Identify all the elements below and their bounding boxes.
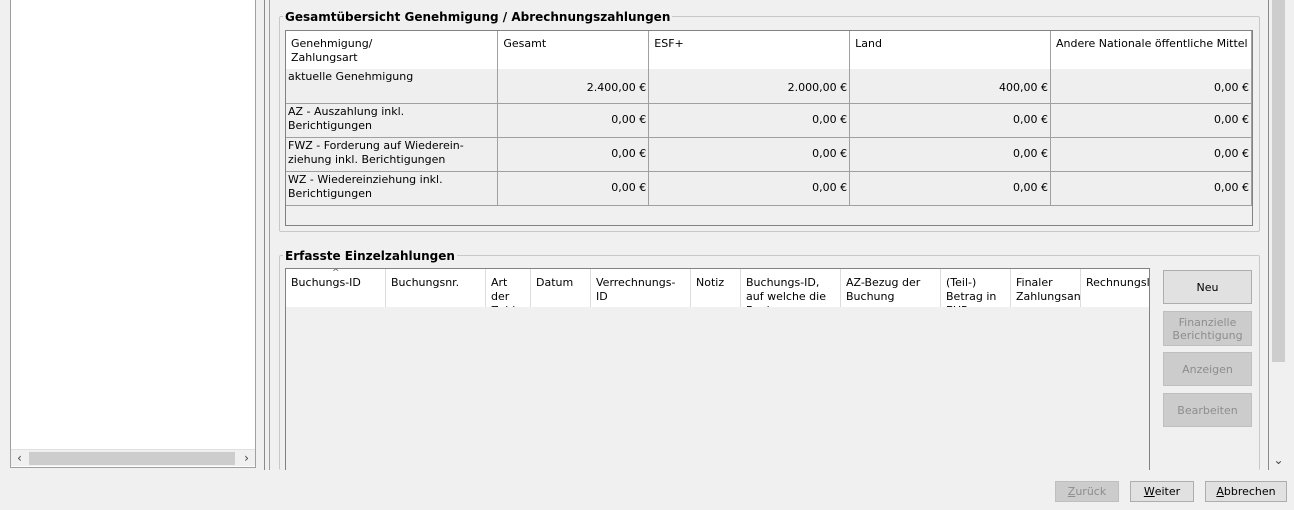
row-label: FWZ - Forderung auf Wiederein-ziehung in…: [286, 137, 499, 172]
label-line: AZ - Auszahlung inkl.: [288, 104, 405, 118]
button-label-rest: eiter: [1154, 485, 1181, 498]
column-header-referenced-booking-id[interactable]: Buchungs-ID, auf welche die Buchung: [741, 269, 841, 307]
cell-land: 400,00 €: [849, 69, 1051, 104]
cell-esf: 2.000,00 €: [648, 69, 851, 104]
scroll-right-icon[interactable]: ›: [238, 450, 255, 467]
scrollbar-thumb[interactable]: [29, 452, 235, 465]
cell-land: 0,00 €: [849, 103, 1051, 138]
financial-correction-button[interactable]: Finanzielle Berichtigung: [1163, 311, 1252, 346]
cell-other-funds: 0,00 €: [1050, 137, 1253, 172]
scroll-down-icon[interactable]: ⌄: [1270, 452, 1287, 469]
cell-total: 0,00 €: [497, 171, 650, 206]
column-header-booking-id[interactable]: ^ Buchungs-ID: [286, 269, 386, 307]
header-line: Zahlungsart: [291, 51, 358, 64]
row-label: aktuelle Genehmigung: [286, 69, 499, 104]
frame-divider: [269, 0, 270, 470]
label-line: Berichtigungen: [288, 186, 372, 200]
column-header-clearing-id[interactable]: Verrechnungs-ID: [591, 269, 691, 307]
overview-table-container[interactable]: Genehmigung/Zahlungsart Gesamt ESF+ Land…: [285, 30, 1253, 226]
scrollbar-thumb[interactable]: [1272, 0, 1285, 362]
edit-button[interactable]: Bearbeiten: [1163, 393, 1252, 427]
button-label: Weiter: [1131, 482, 1193, 501]
column-header-date[interactable]: Datum: [531, 269, 591, 307]
next-button[interactable]: Weiter: [1130, 481, 1194, 502]
cell-total: 0,00 €: [497, 137, 650, 172]
cell-esf: 0,00 €: [648, 137, 851, 172]
cell-land: 0,00 €: [849, 171, 1051, 206]
cell-esf: 0,00 €: [648, 171, 851, 206]
overview-group-title: Gesamtübersicht Genehmigung / Abrechnung…: [283, 10, 673, 24]
label-line: ziehung inkl. Berichtigungen: [288, 152, 446, 166]
cell-other-funds: 0,00 €: [1050, 171, 1253, 206]
column-header-partial-amount[interactable]: (Teil-) Betrag in EUR: [941, 269, 1011, 307]
column-header-note[interactable]: Notiz: [691, 269, 741, 307]
overview-header-row: Genehmigung/Zahlungsart Gesamt ESF+ Land…: [286, 31, 1253, 69]
label-line: Berichtigungen: [288, 118, 372, 132]
cell-total: 2.400,00 €: [497, 69, 650, 104]
cell-other-funds: 0,00 €: [1050, 103, 1253, 138]
payments-header-row: ^ Buchungs-ID Buchungsnr. Art der Zahlun…: [286, 269, 1149, 307]
column-header-other-funds[interactable]: Andere Nationale öffentliche Mittel: [1050, 31, 1253, 69]
payments-group-title: Erfasste Einzelzahlungen: [283, 249, 457, 263]
button-label: Zurück: [1056, 482, 1118, 501]
overview-table: Genehmigung/Zahlungsart Gesamt ESF+ Land…: [286, 31, 1253, 206]
row-label: AZ - Auszahlung inkl. Berichtigungen: [286, 103, 499, 138]
table-row[interactable]: WZ - Wiedereinziehung inkl. Berichtigunge…: [286, 171, 1253, 206]
button-label: Anzeigen: [1182, 362, 1233, 376]
show-button[interactable]: Anzeigen: [1163, 352, 1252, 386]
payments-table[interactable]: ^ Buchungs-ID Buchungsnr. Art der Zahlun…: [285, 268, 1150, 470]
cancel-button[interactable]: Abbrechen: [1205, 481, 1287, 502]
table-row[interactable]: FWZ - Forderung auf Wiederein-ziehung in…: [286, 137, 1253, 172]
back-button[interactable]: Zurück: [1055, 481, 1119, 502]
column-header-total[interactable]: Gesamt: [497, 31, 650, 69]
mnemonic-letter: Z: [1067, 485, 1076, 498]
column-header-type[interactable]: Genehmigung/Zahlungsart: [286, 31, 499, 69]
button-label: Bearbeiten: [1177, 403, 1238, 417]
button-label-rest: bbrechen: [1223, 485, 1276, 498]
left-pane-horizontal-scrollbar[interactable]: ‹ ›: [11, 449, 255, 466]
table-row[interactable]: aktuelle Genehmigung 2.400,00 € 2.000,00…: [286, 69, 1253, 104]
cell-esf: 0,00 €: [648, 103, 851, 138]
column-header-payment-type[interactable]: Art der Zahlung: [486, 269, 531, 307]
button-label: Abbrechen: [1206, 482, 1286, 501]
main-vertical-scrollbar[interactable]: ⌄: [1270, 0, 1287, 470]
column-header-land[interactable]: Land: [849, 31, 1051, 69]
column-header-az-reference[interactable]: AZ-Bezug der Buchung: [841, 269, 941, 307]
navigation-tree-pane[interactable]: [10, 0, 256, 468]
row-label: WZ - Wiedereinziehung inkl. Berichtigunge…: [286, 171, 499, 206]
mnemonic-letter: A: [1216, 485, 1224, 498]
mnemonic-letter: W: [1143, 485, 1155, 498]
table-row[interactable]: AZ - Auszahlung inkl. Berichtigungen 0,00…: [286, 103, 1253, 138]
label-line: WZ - Wiedereinziehung inkl.: [288, 172, 443, 186]
cell-total: 0,00 €: [497, 103, 650, 138]
column-header-esf[interactable]: ESF+: [648, 31, 851, 69]
label-line: FWZ - Forderung auf Wiederein-: [288, 138, 464, 152]
column-header-final-payment-request[interactable]: Finaler Zahlungsantrag: [1011, 269, 1081, 307]
column-header-label: Buchungs-ID: [291, 276, 361, 289]
scroll-left-icon[interactable]: ‹: [11, 450, 28, 467]
button-label: Neu: [1196, 280, 1219, 294]
column-header-accounting[interactable]: Rechnungslegung: [1081, 269, 1149, 307]
new-button[interactable]: Neu: [1163, 270, 1252, 304]
cell-other-funds: 0,00 €: [1050, 69, 1253, 104]
button-label-rest: urück: [1075, 485, 1107, 498]
cell-land: 0,00 €: [849, 137, 1051, 172]
header-line: Genehmigung/: [291, 37, 373, 50]
column-header-booking-number[interactable]: Buchungsnr.: [386, 269, 486, 307]
sort-ascending-icon: ^: [332, 269, 340, 278]
button-label: Finanzielle Berichtigung: [1172, 315, 1243, 342]
